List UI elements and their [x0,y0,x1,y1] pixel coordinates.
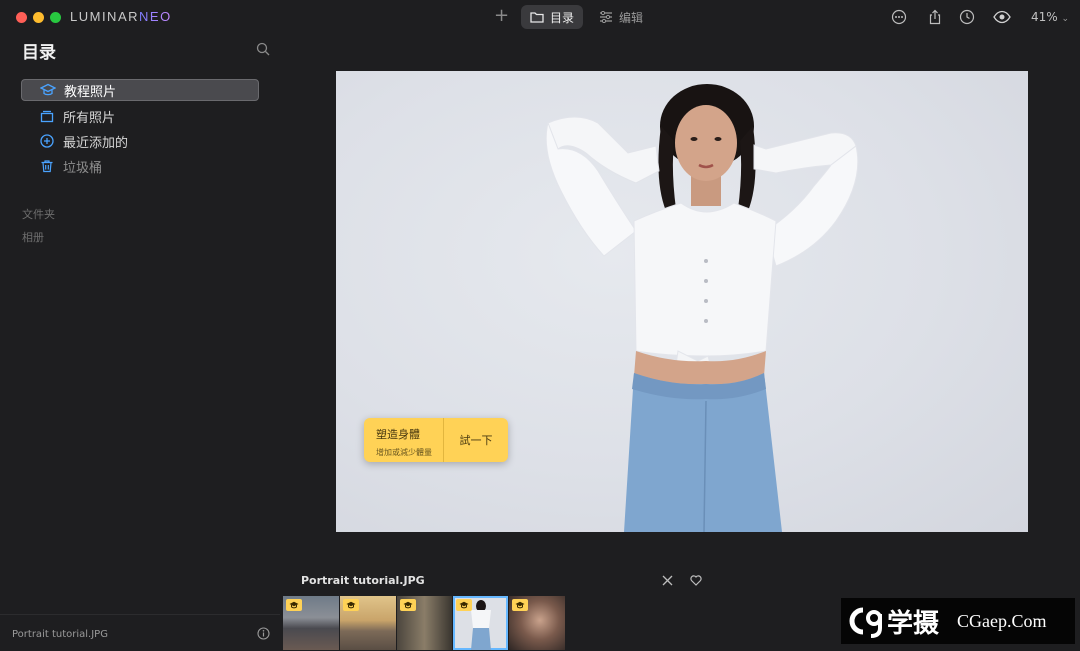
tab-edit-label: 编辑 [619,10,644,25]
promo-info: 塑造身體 增加或減少體量 [364,418,444,462]
app-logo: LUMINARNEO [70,9,172,24]
sidebar-item-tutorial-photos[interactable]: 教程照片 [21,79,259,101]
filmstrip-thumbnail-selected[interactable] [453,596,508,650]
section-folders[interactable]: 文件夹 [22,206,55,222]
promo-title: 塑造身體 [376,428,420,441]
graduation-cap-icon [512,599,528,611]
section-albums[interactable]: 相册 [22,229,44,245]
portrait-photo [545,84,859,532]
graduation-cap-icon [400,599,416,611]
share-icon[interactable] [927,9,943,25]
trash-icon [39,158,55,174]
more-options-icon[interactable] [891,9,907,25]
sidebar: 目录 教程照片 所有照片 最近添加的 垃圾桶 文件夹 相册 Portrait t… [0,34,280,650]
zoom-level: 41% [1031,10,1058,24]
close-window-button[interactable] [16,12,27,23]
title-bar: LUMINARNEO + 目录 编辑 41% ⌄ [0,0,1080,34]
promo-subtitle: 增加或減少體量 [376,448,432,457]
footer-filename: Portrait tutorial.JPG [12,629,108,640]
info-icon[interactable] [257,627,270,640]
filmstrip-thumbnail[interactable] [509,596,565,650]
graduation-cap-icon [456,599,472,611]
chevron-down-icon: ⌄ [1061,14,1070,24]
eye-icon[interactable] [993,10,1011,24]
sliders-icon [600,11,612,23]
plus-circle-icon [39,133,55,149]
add-photos-button[interactable]: + [494,6,509,26]
sidebar-item-label: 垃圾桶 [63,160,103,176]
filmstrip-thumbnail[interactable] [283,596,339,650]
tab-edit[interactable]: 编辑 [590,5,652,29]
sidebar-title: 目录 [22,43,56,63]
graduation-cap-icon [40,82,56,98]
filmstrip-thumbnail[interactable] [340,596,396,650]
search-icon[interactable] [256,42,270,56]
sidebar-item-trash[interactable]: 垃圾桶 [21,155,259,177]
filmstrip-thumbnail[interactable] [397,596,452,650]
cg-logo-icon [849,607,882,638]
sidebar-footer: Portrait tutorial.JPG [0,614,280,651]
try-it-button[interactable]: 試一下 [444,418,508,462]
history-icon[interactable] [959,9,975,25]
minimize-window-button[interactable] [33,12,44,23]
sidebar-item-recently-added[interactable]: 最近添加的 [21,130,259,152]
folder-icon [530,12,544,23]
zoom-selector[interactable]: 41% ⌄ [1031,10,1069,24]
watermark: 学摄 CGaep.Com [841,598,1075,644]
graduation-cap-icon [343,599,359,611]
graduation-cap-icon [286,599,302,611]
photo-stack-icon [39,108,55,124]
sidebar-item-label: 最近添加的 [63,135,129,151]
sidebar-item-label: 教程照片 [64,84,117,100]
watermark-chinese: 学摄 [887,608,940,639]
zoom-window-button[interactable] [50,12,61,23]
sidebar-item-label: 所有照片 [63,110,116,126]
photo-viewer[interactable] [336,71,1028,532]
watermark-domain: CGaep.Com [957,610,1047,631]
tab-catalog-label: 目录 [550,10,575,25]
sidebar-item-all-photos[interactable]: 所有照片 [21,105,259,127]
feature-promo-card: 塑造身體 增加或減少體量 試一下 [364,418,508,462]
heart-icon[interactable] [690,575,702,586]
filmstrip-filename: Portrait tutorial.JPG [301,574,425,587]
close-icon[interactable] [662,575,673,586]
tab-catalog[interactable]: 目录 [521,5,584,29]
